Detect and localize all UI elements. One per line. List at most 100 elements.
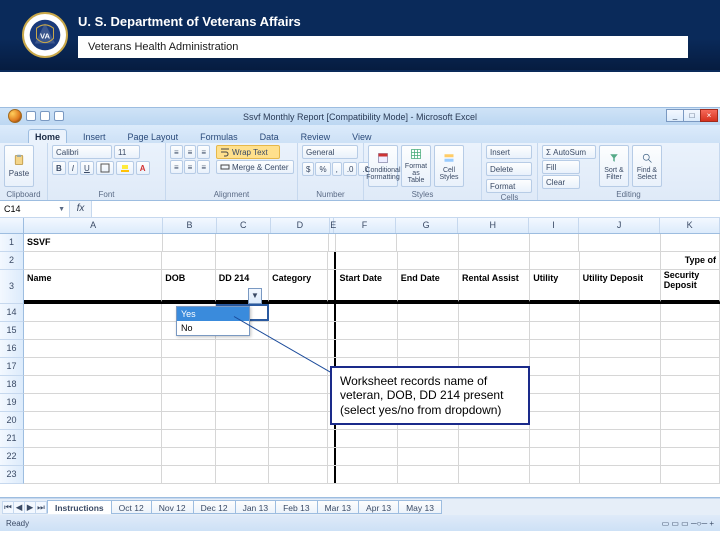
cell[interactable]	[328, 252, 336, 269]
cell[interactable]	[580, 466, 661, 483]
align-mid-button[interactable]: ≡	[184, 145, 197, 159]
cell[interactable]	[162, 376, 215, 393]
cell[interactable]	[530, 412, 579, 429]
number-format-select[interactable]: General	[302, 145, 358, 159]
cell[interactable]	[530, 430, 579, 447]
office-button[interactable]	[8, 109, 22, 123]
format-as-table-button[interactable]: Format as Table	[401, 145, 431, 187]
align-left-button[interactable]: ≡	[170, 160, 183, 174]
name-box[interactable]: C14▼	[0, 201, 70, 217]
fill-button[interactable]: Fill	[542, 160, 580, 174]
cell[interactable]	[580, 358, 661, 375]
tab-insert[interactable]: Insert	[77, 130, 112, 143]
sheet-tab[interactable]: Jan 13	[235, 500, 277, 514]
align-bot-button[interactable]: ≡	[197, 145, 210, 159]
row-header[interactable]: 3	[0, 270, 24, 304]
bold-button[interactable]: B	[52, 161, 66, 175]
col-header[interactable]: J	[579, 218, 661, 233]
worksheet-area[interactable]: A B C D E F G H I J K 1 2 3 14 15 16 17 …	[0, 218, 720, 498]
cell[interactable]	[398, 322, 459, 339]
row-header[interactable]: 15	[0, 322, 24, 340]
cell[interactable]: Utility Deposit	[580, 270, 661, 302]
qat-save-icon[interactable]	[26, 111, 36, 121]
cell[interactable]	[24, 412, 162, 429]
merge-center-button[interactable]: Merge & Center	[216, 160, 294, 174]
sort-filter-button[interactable]: Sort & Filter	[599, 145, 629, 187]
cell[interactable]	[269, 412, 328, 429]
cell[interactable]	[336, 252, 397, 269]
cell[interactable]: Rental Assist	[459, 270, 530, 302]
col-header[interactable]: I	[529, 218, 579, 233]
cell[interactable]: Start Date	[336, 270, 397, 302]
cell[interactable]	[530, 234, 580, 251]
select-all-corner[interactable]	[0, 218, 24, 234]
tab-page-layout[interactable]: Page Layout	[122, 130, 185, 143]
cell[interactable]	[530, 448, 579, 465]
row-header[interactable]: 21	[0, 430, 24, 448]
col-header[interactable]: A	[24, 218, 163, 233]
cell[interactable]: End Date	[398, 270, 459, 302]
minimize-button[interactable]: _	[666, 109, 684, 122]
cell[interactable]	[216, 376, 269, 393]
cell[interactable]	[162, 412, 215, 429]
cell[interactable]	[269, 234, 328, 251]
wrap-text-button[interactable]: Wrap Text	[216, 145, 280, 159]
cell[interactable]	[216, 340, 269, 357]
format-cells-button[interactable]: Format	[486, 179, 532, 193]
cell[interactable]	[162, 448, 215, 465]
cell[interactable]	[328, 430, 336, 447]
delete-cells-button[interactable]: Delete	[486, 162, 532, 176]
cell[interactable]	[580, 448, 661, 465]
cell[interactable]	[269, 376, 328, 393]
cell[interactable]	[459, 340, 530, 357]
cell-grid[interactable]: SSVF Type of Name DOB DD 214 Category St…	[24, 234, 720, 484]
qat-redo-icon[interactable]	[54, 111, 64, 121]
cell[interactable]	[530, 304, 579, 321]
cell[interactable]	[216, 466, 269, 483]
sheet-tab[interactable]: Mar 13	[317, 500, 359, 514]
cell[interactable]: DOB	[162, 270, 215, 302]
align-right-button[interactable]: ≡	[197, 160, 210, 174]
cell[interactable]	[328, 270, 336, 302]
cell[interactable]	[162, 466, 215, 483]
cell[interactable]	[329, 234, 336, 251]
cell[interactable]	[328, 304, 336, 321]
cell[interactable]	[661, 466, 720, 483]
row-header[interactable]: 23	[0, 466, 24, 484]
sheet-tab[interactable]: Apr 13	[358, 500, 399, 514]
cell[interactable]	[216, 430, 269, 447]
row-header[interactable]: 14	[0, 304, 24, 322]
cell[interactable]	[580, 394, 661, 411]
tab-formulas[interactable]: Formulas	[194, 130, 244, 143]
sheet-tab[interactable]: Oct 12	[111, 500, 152, 514]
col-header[interactable]: C	[217, 218, 271, 233]
currency-button[interactable]: $	[302, 162, 314, 176]
cell[interactable]	[269, 448, 328, 465]
cell[interactable]	[216, 234, 269, 251]
border-button[interactable]	[96, 161, 114, 175]
cell[interactable]	[530, 252, 579, 269]
cell[interactable]	[580, 430, 661, 447]
autosum-button[interactable]: Σ AutoSum	[542, 145, 596, 159]
font-color-button[interactable]: A	[136, 161, 150, 175]
cell[interactable]	[661, 412, 720, 429]
cell[interactable]	[459, 430, 530, 447]
column-headers[interactable]: A B C D E F G H I J K	[24, 218, 720, 234]
cell[interactable]	[162, 430, 215, 447]
italic-button[interactable]: I	[68, 161, 78, 175]
cell[interactable]	[661, 234, 720, 251]
fx-button[interactable]: fx	[70, 201, 92, 217]
cell[interactable]: Type of	[661, 252, 720, 269]
cell[interactable]: Utility	[530, 270, 579, 302]
row-header[interactable]: 18	[0, 376, 24, 394]
paste-button[interactable]: Paste	[4, 145, 34, 187]
cell[interactable]	[661, 394, 720, 411]
find-select-button[interactable]: Find & Select	[632, 145, 662, 187]
col-header[interactable]: G	[396, 218, 458, 233]
cell[interactable]	[661, 358, 720, 375]
fill-color-button[interactable]	[116, 161, 134, 175]
cell[interactable]	[579, 234, 660, 251]
cell[interactable]	[328, 322, 336, 339]
cell[interactable]	[336, 430, 397, 447]
cell[interactable]	[269, 322, 328, 339]
